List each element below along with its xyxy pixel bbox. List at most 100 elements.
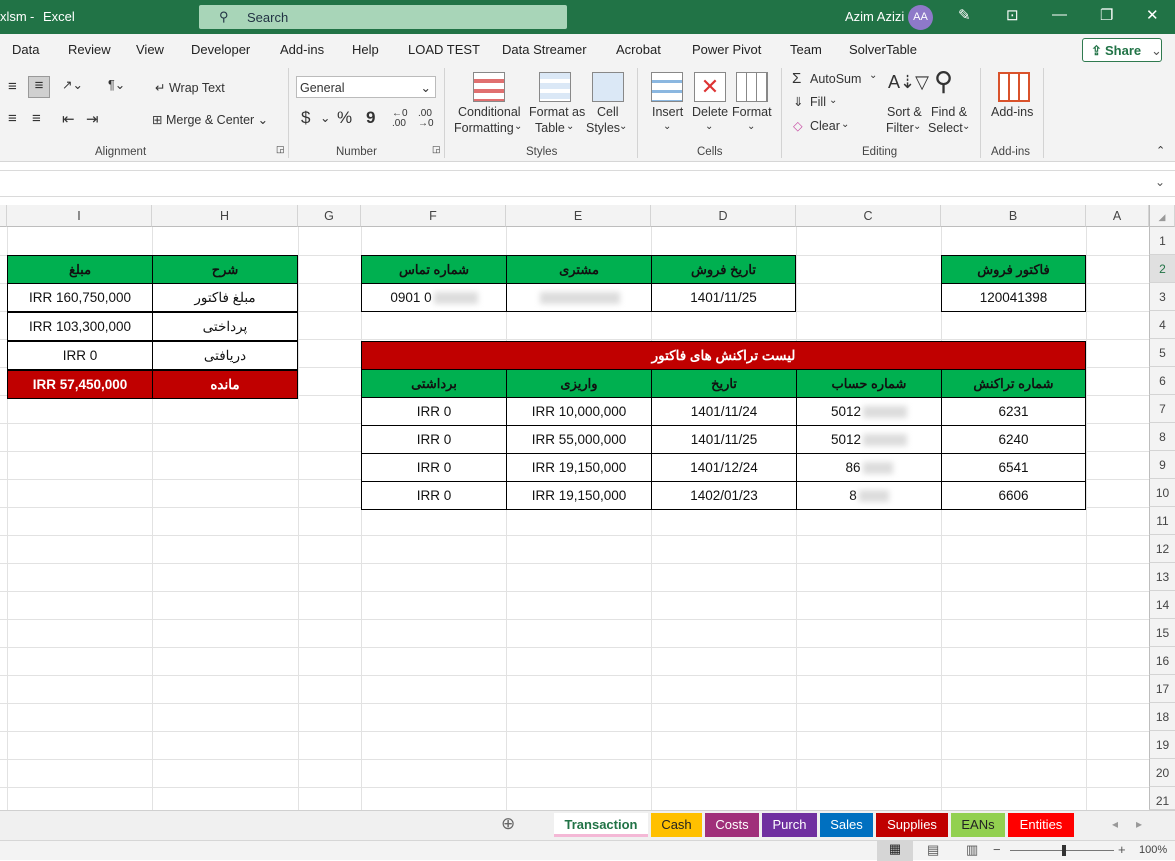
sheet-tab-entities[interactable]: Entities bbox=[1008, 813, 1074, 837]
cell-styles-label-2[interactable]: Styles bbox=[586, 121, 620, 135]
row-header[interactable]: 17 bbox=[1149, 675, 1175, 703]
summary-amount[interactable]: IRR 160,750,000 bbox=[7, 283, 153, 312]
page-break-icon[interactable]: ▥ bbox=[966, 842, 978, 858]
clear-label[interactable]: Clear bbox=[810, 119, 840, 133]
delete-cells-icon[interactable]: ✕ bbox=[694, 72, 726, 102]
increase-indent-icon[interactable]: ⇥ bbox=[86, 110, 99, 128]
tab-data-streamer[interactable]: Data Streamer bbox=[502, 42, 587, 57]
add-ins-label[interactable]: Add-ins bbox=[991, 105, 1033, 119]
column-header-i[interactable]: I bbox=[7, 205, 152, 227]
collapse-ribbon-icon[interactable]: ⌃ bbox=[1156, 144, 1165, 157]
tx-account[interactable]: 8 bbox=[796, 481, 942, 510]
zoom-level[interactable]: 100% bbox=[1139, 844, 1167, 856]
conditional-formatting-label-2[interactable]: Formatting bbox=[454, 121, 514, 135]
autosum-icon[interactable]: Σ bbox=[792, 70, 801, 87]
merge-center-button[interactable]: ⊞ Merge & Center ⌄ bbox=[152, 112, 268, 127]
tx-account[interactable]: 5012 bbox=[796, 397, 942, 426]
row-header[interactable]: 19 bbox=[1149, 731, 1175, 759]
row-header[interactable]: 4 bbox=[1149, 311, 1175, 339]
delete-label[interactable]: Delete bbox=[692, 105, 728, 119]
align-middle-icon[interactable]: ≡ bbox=[28, 76, 50, 98]
scroll-right-icon[interactable]: ▸ bbox=[1136, 817, 1142, 831]
tx-withdraw[interactable]: IRR 0 bbox=[361, 425, 507, 454]
format-cells-icon[interactable] bbox=[736, 72, 768, 102]
avatar[interactable]: AA bbox=[908, 5, 933, 30]
phone-header[interactable]: شماره تماس bbox=[361, 255, 507, 284]
user-name[interactable]: Azim Azizi bbox=[845, 9, 904, 24]
row-header[interactable]: 5 bbox=[1149, 339, 1175, 367]
select-all-corner[interactable]: ◢ bbox=[1149, 205, 1175, 227]
align-left-icon[interactable]: ≡ bbox=[8, 110, 17, 127]
tx-id[interactable]: 6541 bbox=[941, 453, 1086, 482]
sheet-tab-costs[interactable]: Costs bbox=[705, 813, 759, 837]
eraser-icon[interactable]: ◇ bbox=[793, 118, 803, 133]
zoom-slider-thumb[interactable] bbox=[1062, 845, 1066, 856]
row-header[interactable]: 1 bbox=[1149, 227, 1175, 255]
tx-date[interactable]: 1401/11/25 bbox=[651, 425, 797, 454]
tx-date[interactable]: 1402/01/23 bbox=[651, 481, 797, 510]
expand-formula-bar-icon[interactable]: ⌄ bbox=[1155, 175, 1165, 189]
sale-date-header[interactable]: تاریخ فروش bbox=[651, 255, 796, 284]
format-as-table-icon[interactable] bbox=[539, 72, 571, 102]
tx-date[interactable]: 1401/12/24 bbox=[651, 453, 797, 482]
column-header-g[interactable]: G bbox=[298, 205, 361, 227]
increase-decimal-icon[interactable]: ←0.00 bbox=[392, 109, 408, 129]
number-format-select[interactable]: General ⌄ bbox=[296, 76, 436, 98]
summary-desc[interactable]: پرداختی bbox=[152, 312, 298, 341]
sheet-tab-supplies[interactable]: Supplies bbox=[876, 813, 948, 837]
find-select-label-2[interactable]: Select bbox=[928, 121, 963, 135]
text-direction-icon[interactable]: ¶⌄ bbox=[108, 77, 125, 92]
add-sheet-icon[interactable]: ⊕ bbox=[501, 814, 515, 834]
phone-value[interactable]: 0901 0 bbox=[361, 283, 507, 312]
format-as-table-label-2[interactable]: Table bbox=[535, 121, 565, 135]
insert-cells-icon[interactable] bbox=[651, 72, 683, 102]
wrap-text-button[interactable]: ↵ Wrap Text bbox=[155, 80, 225, 95]
add-ins-icon[interactable] bbox=[998, 72, 1030, 102]
decrease-decimal-icon[interactable]: .00 →0 bbox=[418, 109, 434, 129]
row-header[interactable]: 8 bbox=[1149, 423, 1175, 451]
tx-date[interactable]: 1401/11/24 bbox=[651, 397, 797, 426]
sheet-tab-purch[interactable]: Purch bbox=[762, 813, 817, 837]
find-select-icon[interactable]: ⚲ bbox=[934, 66, 953, 97]
worksheet-grid[interactable]: I H G F E D C B A ◢ 1 2 3 4 5 6 7 8 9 10… bbox=[0, 205, 1175, 810]
column-header-b[interactable]: B bbox=[941, 205, 1086, 227]
transactions-title[interactable]: لیست تراکنش های فاکتور bbox=[361, 341, 1086, 370]
decrease-indent-icon[interactable]: ⇤ bbox=[62, 110, 75, 128]
row-header[interactable]: 18 bbox=[1149, 703, 1175, 731]
sort-filter-label[interactable]: Sort & bbox=[887, 105, 922, 119]
customer-header[interactable]: مشتری bbox=[506, 255, 652, 284]
tab-developer[interactable]: Developer bbox=[191, 42, 250, 57]
align-right-icon[interactable]: ≡ bbox=[32, 110, 41, 127]
tx-deposit[interactable]: IRR 19,150,000 bbox=[506, 453, 652, 482]
fill-label[interactable]: Fill bbox=[810, 95, 826, 109]
sort-filter-label-2[interactable]: Filter bbox=[886, 121, 914, 135]
tx-withdraw[interactable]: IRR 0 bbox=[361, 397, 507, 426]
summary-amount[interactable]: IRR 103,300,000 bbox=[7, 312, 153, 341]
tx-deposit[interactable]: IRR 19,150,000 bbox=[506, 481, 652, 510]
row-header[interactable]: 6 bbox=[1149, 367, 1175, 395]
summary-desc[interactable]: دریافتی bbox=[152, 341, 298, 370]
summary-desc-header[interactable]: شرح bbox=[152, 255, 298, 284]
th-deposit[interactable]: واریزی bbox=[506, 369, 652, 398]
summary-desc[interactable]: مبلغ فاکتور bbox=[152, 283, 298, 312]
tab-add-ins[interactable]: Add-ins bbox=[280, 42, 324, 57]
tab-acrobat[interactable]: Acrobat bbox=[616, 42, 661, 57]
sort-filter-icon[interactable]: A⇣▽ bbox=[888, 72, 929, 93]
column-header[interactable] bbox=[0, 205, 7, 227]
tx-id[interactable]: 6606 bbox=[941, 481, 1086, 510]
th-date[interactable]: تاریخ bbox=[651, 369, 797, 398]
sheet-tab-transaction[interactable]: Transaction bbox=[554, 813, 648, 837]
conditional-formatting-icon[interactable] bbox=[473, 72, 505, 102]
row-header[interactable]: 20 bbox=[1149, 759, 1175, 787]
align-top-icon[interactable]: ≡ bbox=[8, 78, 17, 95]
tab-solvertable[interactable]: SolverTable bbox=[849, 42, 917, 57]
normal-view-icon[interactable]: ▦ bbox=[877, 841, 913, 861]
row-header[interactable]: 11 bbox=[1149, 507, 1175, 535]
scroll-left-icon[interactable]: ◂ bbox=[1112, 817, 1118, 831]
column-header-f[interactable]: F bbox=[361, 205, 506, 227]
conditional-formatting-label[interactable]: Conditional bbox=[458, 105, 521, 119]
th-withdraw[interactable]: برداشتی bbox=[361, 369, 507, 398]
row-header[interactable]: 14 bbox=[1149, 591, 1175, 619]
row-header[interactable]: 2 bbox=[1149, 255, 1175, 283]
pen-icon[interactable]: ✎ bbox=[958, 6, 971, 24]
